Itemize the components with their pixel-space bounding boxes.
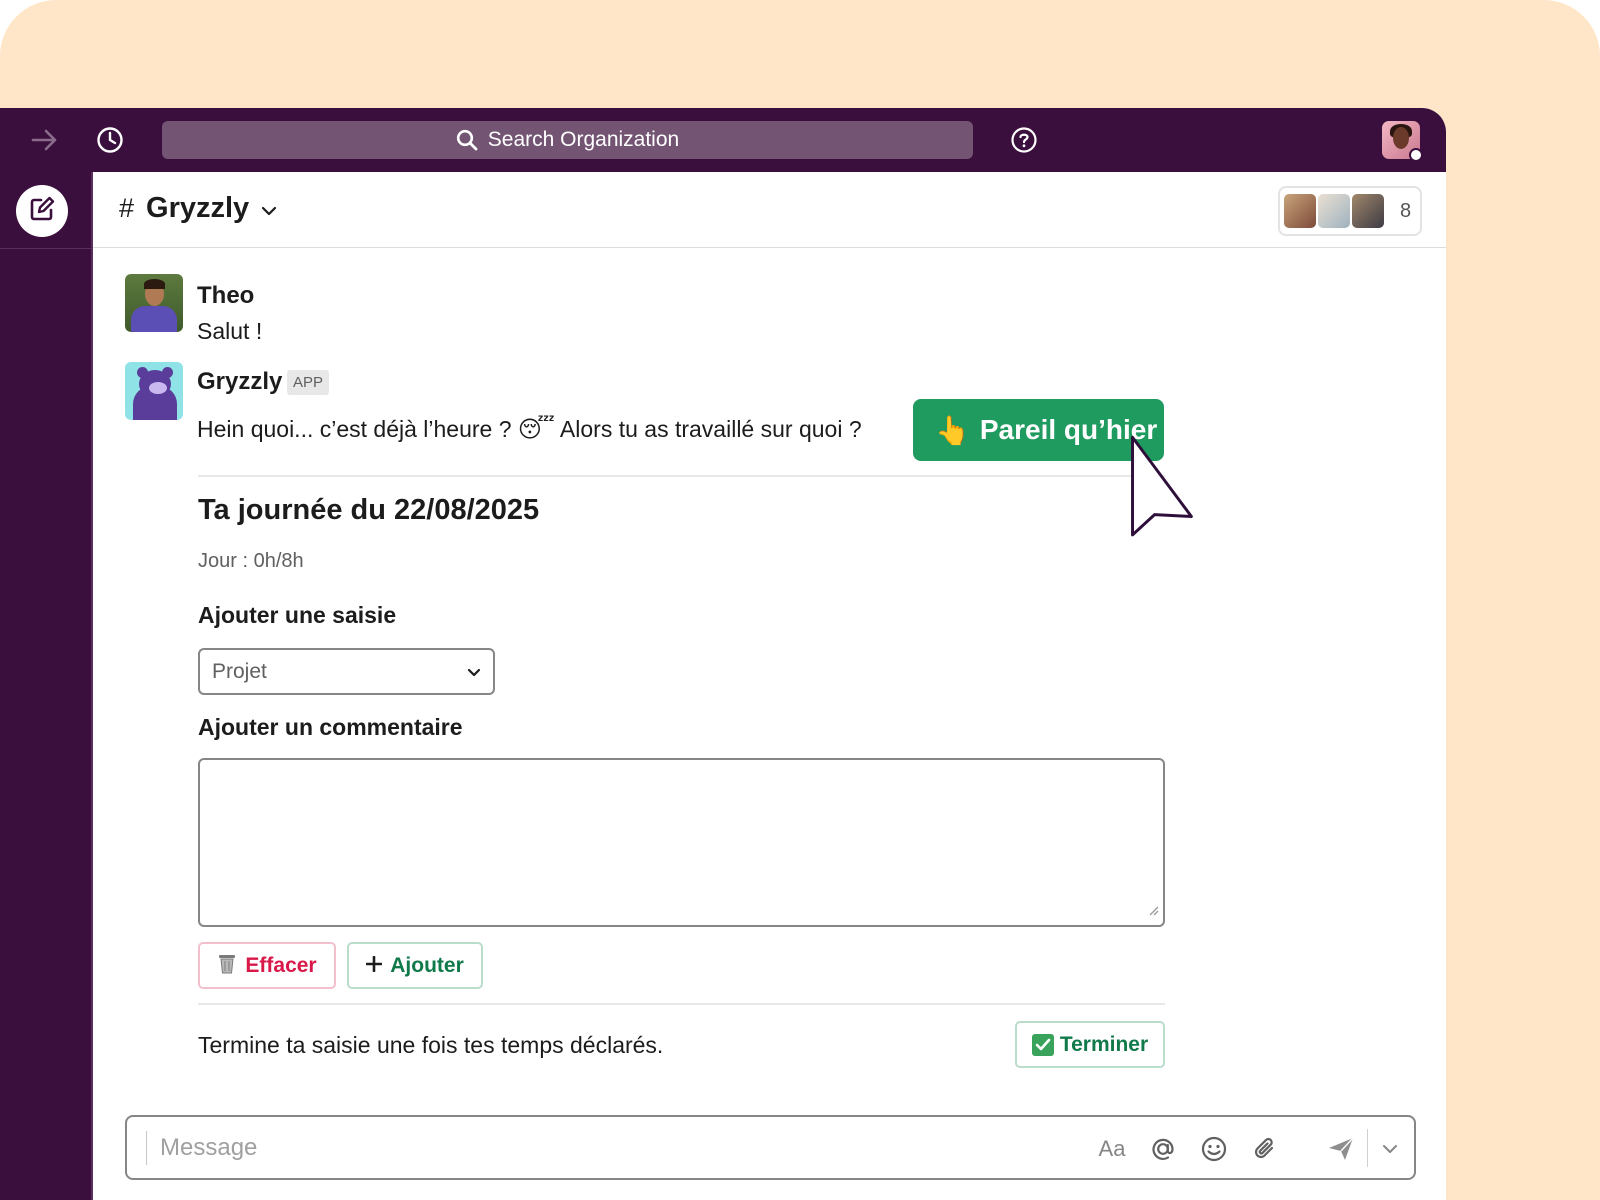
trash-icon bbox=[217, 952, 237, 980]
compose-button[interactable] bbox=[16, 185, 68, 237]
send-icon[interactable] bbox=[1325, 1133, 1357, 1165]
project-select-value: Projet bbox=[212, 659, 267, 683]
bot-avatar[interactable] bbox=[125, 362, 183, 420]
finish-button-label: Terminer bbox=[1059, 1032, 1149, 1056]
add-button-label: Ajouter bbox=[390, 953, 464, 977]
top-bar: Search Organization bbox=[0, 108, 1446, 172]
avatar[interactable] bbox=[125, 274, 183, 332]
chevron-down-icon bbox=[467, 660, 481, 684]
composer-separator bbox=[1367, 1129, 1368, 1167]
compose-icon bbox=[28, 195, 56, 228]
sidebar-divider bbox=[0, 248, 93, 249]
day-summary: Jour : 0h/8h bbox=[198, 550, 304, 572]
check-icon bbox=[1031, 1033, 1054, 1056]
app-badge: APP bbox=[287, 370, 329, 395]
channel-title[interactable]: # Gryzzly bbox=[119, 192, 277, 225]
app-window: Search Organization # Gryzzly 8 Theo Sal… bbox=[0, 108, 1446, 1200]
forward-arrow-icon[interactable] bbox=[29, 124, 61, 156]
at-icon[interactable] bbox=[1147, 1133, 1179, 1165]
finish-hint-text: Termine ta saisie une fois tes temps déc… bbox=[198, 1032, 664, 1058]
history-clock-icon[interactable] bbox=[94, 124, 126, 156]
text-caret bbox=[146, 1131, 147, 1165]
clear-button[interactable]: Effacer bbox=[198, 942, 336, 989]
message-author[interactable]: Theo bbox=[197, 282, 254, 310]
member-count: 8 bbox=[1400, 199, 1412, 222]
finish-button[interactable]: Terminer bbox=[1015, 1021, 1165, 1068]
chevron-down-icon[interactable] bbox=[1374, 1133, 1406, 1165]
add-comment-label: Ajouter un commentaire bbox=[198, 714, 463, 740]
message-author[interactable]: Gryzzly bbox=[197, 368, 282, 396]
emoji-icon[interactable] bbox=[1198, 1133, 1230, 1165]
help-icon[interactable] bbox=[1008, 124, 1040, 156]
project-select[interactable]: Projet bbox=[198, 648, 495, 695]
footer-divider bbox=[198, 1003, 1165, 1005]
add-button[interactable]: Ajouter bbox=[347, 942, 483, 989]
pointing-hand-icon: 👆 bbox=[935, 414, 970, 446]
attachment-icon[interactable] bbox=[1249, 1133, 1281, 1165]
resize-grip-icon[interactable] bbox=[1147, 903, 1159, 921]
presence-status-icon bbox=[1409, 148, 1423, 162]
channel-name: Gryzzly bbox=[146, 192, 250, 224]
members-button[interactable]: 8 bbox=[1278, 186, 1422, 236]
block-title: Ta journée du 22/08/2025 bbox=[198, 494, 540, 526]
clear-button-label: Effacer bbox=[245, 953, 317, 977]
workspace-sidebar bbox=[0, 172, 93, 1200]
search-placeholder: Search Organization bbox=[487, 128, 680, 151]
user-avatar[interactable] bbox=[1382, 121, 1423, 162]
member-avatar bbox=[1284, 194, 1316, 228]
format-button[interactable]: Aa bbox=[1092, 1133, 1132, 1165]
member-avatar bbox=[1318, 194, 1350, 228]
search-icon bbox=[456, 129, 478, 151]
channel-hash-icon: # bbox=[119, 193, 135, 223]
message-composer[interactable]: Message Aa bbox=[125, 1115, 1416, 1180]
search-input[interactable]: Search Organization bbox=[162, 121, 973, 159]
channel-header: # Gryzzly 8 bbox=[93, 172, 1446, 248]
comment-textarea[interactable] bbox=[198, 758, 1165, 927]
chevron-down-icon bbox=[261, 192, 277, 225]
message-text: Salut ! bbox=[197, 318, 263, 344]
block-divider bbox=[198, 475, 1165, 477]
message-text: Hein quoi... c’est déjà l’heure ? 😴 Alor… bbox=[197, 416, 862, 442]
composer-placeholder: Message bbox=[160, 1134, 258, 1161]
add-entry-label: Ajouter une saisie bbox=[198, 602, 397, 628]
member-avatar bbox=[1352, 194, 1384, 228]
cursor-pointer-icon bbox=[1127, 430, 1207, 547]
plus-icon bbox=[365, 954, 383, 978]
